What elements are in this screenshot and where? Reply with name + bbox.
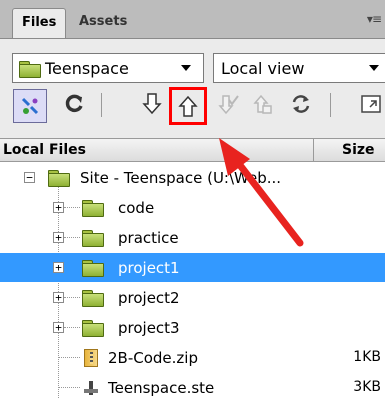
tree-item-label: project1 <box>118 258 180 277</box>
expand-folder-icon[interactable]: + <box>53 202 64 213</box>
folder-icon <box>19 60 41 78</box>
check-out-icon <box>218 95 239 115</box>
synchronize-icon <box>292 95 310 113</box>
toolbar-separator <box>330 93 331 117</box>
file-tree: − Site - Teenspace (U:\Web... + code + p… <box>0 163 385 407</box>
tree-root-site[interactable]: − Site - Teenspace (U:\Web... <box>0 163 385 192</box>
folder-icon <box>82 260 104 277</box>
folder-icon <box>82 290 104 307</box>
files-panel: Files Assets ▾≡ Teenspace Local view Loc… <box>0 0 385 407</box>
tab-files[interactable]: Files <box>12 8 67 38</box>
tree-guide-line <box>64 207 80 208</box>
folder-icon <box>48 170 70 187</box>
tree-item-label: Teenspace.ste <box>108 378 215 397</box>
tree-guide-line <box>64 297 80 298</box>
folder-icon <box>82 200 104 217</box>
tree-item-label: project2 <box>118 288 180 307</box>
check-in-icon <box>253 94 272 114</box>
column-header-local-files[interactable]: Local Files <box>3 142 86 158</box>
file-size: 3KB <box>353 379 381 395</box>
tree-guide-line <box>64 237 80 238</box>
tab-assets[interactable]: Assets <box>70 8 136 38</box>
expand-icon <box>361 95 381 113</box>
site-dropdown[interactable]: Teenspace <box>12 53 204 83</box>
expand-button[interactable] <box>355 88 385 120</box>
file-list-header: Local Files Size <box>0 138 385 162</box>
folder-icon <box>82 320 104 337</box>
column-header-size[interactable]: Size <box>342 142 375 158</box>
folder-icon <box>82 230 104 247</box>
expand-folder-icon[interactable]: + <box>53 262 64 273</box>
refresh-icon <box>65 94 83 113</box>
panel-options-menu-icon[interactable]: ▾≡ <box>367 12 382 26</box>
refresh-button[interactable] <box>58 88 90 120</box>
tree-guide-line <box>58 357 80 358</box>
tree-item-code[interactable]: + code <box>0 193 385 222</box>
tree-item-practice[interactable]: + practice <box>0 223 385 252</box>
collapse-icon[interactable]: − <box>24 172 35 183</box>
put-files-icon <box>178 95 198 117</box>
view-dropdown-value: Local view <box>221 58 305 78</box>
connect-icon <box>21 97 39 115</box>
toolbar-separator <box>101 93 102 117</box>
panel-tab-bar: Files Assets ▾≡ <box>0 0 385 38</box>
view-dropdown[interactable]: Local view <box>213 53 385 83</box>
site-dropdown-value: Teenspace <box>45 58 129 78</box>
site-definition-icon <box>84 380 98 395</box>
expand-folder-icon[interactable]: + <box>53 232 64 243</box>
get-files-icon <box>142 93 162 115</box>
check-in-button[interactable] <box>246 88 278 120</box>
tree-item-project2[interactable]: + project2 <box>0 283 385 312</box>
connect-button[interactable] <box>13 89 47 123</box>
check-out-button[interactable] <box>212 88 244 120</box>
expand-folder-icon[interactable]: + <box>53 322 64 333</box>
tree-guide-line <box>64 327 80 328</box>
zip-file-icon <box>84 348 98 367</box>
tree-item-site-definition-file[interactable]: Teenspace.ste 3KB <box>0 373 385 402</box>
put-files-button[interactable] <box>169 87 207 125</box>
chevron-down-icon <box>181 65 191 71</box>
tree-root-label: Site - Teenspace (U:\Web... <box>80 168 282 187</box>
chevron-down-icon <box>369 65 379 71</box>
get-files-button[interactable] <box>136 88 168 120</box>
expand-folder-icon[interactable]: + <box>53 292 64 303</box>
tree-item-label: code <box>118 198 155 217</box>
synchronize-button[interactable] <box>285 88 317 120</box>
tree-guide-line <box>58 387 80 388</box>
tree-item-zip-file[interactable]: 2B-Code.zip 1KB <box>0 343 385 372</box>
tree-item-label: project3 <box>118 318 180 337</box>
tree-item-label: 2B-Code.zip <box>108 348 198 367</box>
file-size: 1KB <box>353 349 381 365</box>
tree-item-project1[interactable]: + project1 <box>0 253 385 282</box>
tree-item-label: practice <box>118 228 179 247</box>
tree-item-project3[interactable]: + project3 <box>0 313 385 342</box>
column-divider[interactable] <box>313 139 314 162</box>
